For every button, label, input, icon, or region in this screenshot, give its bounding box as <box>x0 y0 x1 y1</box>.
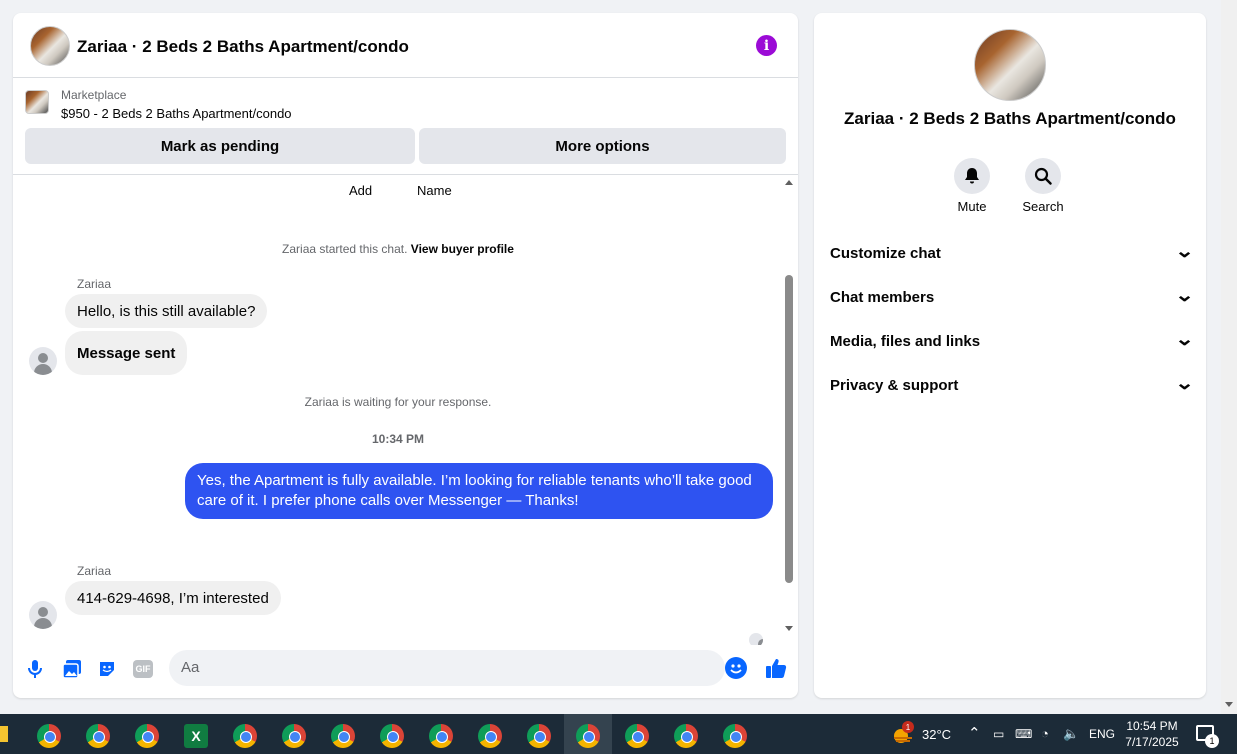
sender-name: Zariaa <box>77 564 112 578</box>
page-scroll-down-arrow[interactable] <box>1225 702 1233 707</box>
chrome-icon[interactable] <box>527 724 551 748</box>
add-action[interactable]: Add <box>349 183 372 198</box>
chat-info-panel: Zariaa · 2 Beds 2 Baths Apartment/condo … <box>814 13 1206 698</box>
search-label[interactable]: Search <box>1013 199 1073 214</box>
header-divider <box>13 77 798 78</box>
chevron-down-icon: ⌄ <box>1174 328 1195 349</box>
timestamp: 10:34 PM <box>371 432 425 446</box>
like-icon[interactable] <box>765 657 787 679</box>
own-message-bubble[interactable]: Yes, the Apartment is fully available. I… <box>185 463 773 519</box>
section-label: Chat members <box>830 289 935 306</box>
scrollbar-thumb[interactable] <box>785 274 793 583</box>
chrome-icon[interactable] <box>135 724 159 748</box>
sender-avatar[interactable] <box>29 347 57 375</box>
scrollbar[interactable] <box>783 178 795 638</box>
clock-time: 10:54 PM <box>1126 719 1178 733</box>
chrome-icon[interactable] <box>233 724 257 748</box>
temperature[interactable]: 32°C <box>922 727 951 742</box>
chrome-icon[interactable] <box>37 724 61 748</box>
view-buyer-profile-link[interactable]: View buyer profile <box>411 242 514 256</box>
excel-icon[interactable]: X <box>184 724 208 748</box>
chrome-icon[interactable] <box>478 724 502 748</box>
listing-text[interactable]: $950 - 2 Beds 2 Baths Apartment/condo <box>61 106 292 121</box>
marketplace-label: Marketplace <box>61 88 127 102</box>
chrome-icon[interactable] <box>380 724 404 748</box>
message-bubble[interactable]: Hello, is this still available? <box>65 294 268 328</box>
wifi-icon[interactable]: ◔ <box>1041 726 1049 741</box>
info-icon[interactable]: i <box>756 35 777 56</box>
name-action[interactable]: Name <box>417 183 452 198</box>
message-bubble[interactable]: 414-629-4698, I’m interested <box>65 581 281 615</box>
message-input-placeholder: Aa <box>181 659 200 676</box>
page-scrollbar[interactable] <box>1221 0 1237 714</box>
gif-icon[interactable]: GIF <box>133 660 153 678</box>
meet-icon[interactable]: ▭ <box>993 727 1004 741</box>
file-explorer-icon[interactable] <box>0 726 8 742</box>
language-indicator[interactable]: ENG <box>1089 727 1115 741</box>
section-privacy-support[interactable]: Privacy & support ⌄ <box>830 372 1195 395</box>
weather-badge: 1 <box>902 721 914 733</box>
section-label: Media, files and links <box>830 333 981 350</box>
mark-pending-button[interactable]: Mark as pending <box>25 128 415 164</box>
photo-icon[interactable] <box>62 659 82 679</box>
search-button[interactable] <box>1025 158 1061 194</box>
volume-icon[interactable]: 🔈 <box>1063 726 1079 742</box>
chat-panel: Zariaa · 2 Beds 2 Baths Apartment/condo … <box>13 13 798 698</box>
chrome-icon[interactable] <box>674 724 698 748</box>
listing-thumbnail[interactable] <box>25 90 49 114</box>
waiting-notice: Zariaa is waiting for your response. <box>304 395 492 409</box>
search-icon <box>1034 167 1052 185</box>
input-method-icon[interactable]: ⌨ <box>1015 727 1032 741</box>
message-bubble[interactable]: Message sent <box>65 331 188 375</box>
message-list: Add Name Zariaa started this chat. View … <box>13 175 783 645</box>
mute-label[interactable]: Mute <box>942 199 1002 214</box>
scroll-down-arrow[interactable] <box>785 626 793 631</box>
mute-button[interactable] <box>954 158 990 194</box>
taskbar: X 1 32°C ⌃ ▭ ⌨ ◔ 🔈 ENG 10:54 PM 7/17/202… <box>0 714 1237 754</box>
chrome-icon[interactable] <box>331 724 355 748</box>
more-options-button[interactable]: More options <box>419 128 786 164</box>
weather-icon[interactable]: 1 <box>892 721 914 744</box>
chevron-down-icon: ⌄ <box>1174 372 1195 393</box>
chrome-icon[interactable] <box>282 724 306 748</box>
chrome-icon[interactable] <box>625 724 649 748</box>
section-label: Customize chat <box>830 245 941 262</box>
notification-badge: 1 <box>1205 734 1219 748</box>
chevron-down-icon: ⌄ <box>1174 240 1195 261</box>
sender-name: Zariaa <box>77 277 112 291</box>
message-input[interactable]: Aa <box>169 650 747 686</box>
chrome-icon[interactable] <box>86 724 110 748</box>
chat-title[interactable]: Zariaa · 2 Beds 2 Baths Apartment/condo <box>77 37 409 57</box>
section-label: Privacy & support <box>830 377 959 394</box>
chat-avatar[interactable] <box>30 26 70 66</box>
section-media-files-links[interactable]: Media, files and links ⌄ <box>830 328 1195 351</box>
seen-indicator-avatar <box>749 633 763 645</box>
chat-info-title: Zariaa · 2 Beds 2 Baths Apartment/condo <box>844 109 1176 128</box>
microphone-icon[interactable] <box>27 659 43 679</box>
bell-icon <box>965 168 979 184</box>
scroll-up-arrow[interactable] <box>785 180 793 185</box>
clock[interactable]: 10:54 PM 7/17/2025 <box>1120 718 1184 750</box>
chat-started-notice: Zariaa started this chat. View buyer pro… <box>13 242 783 256</box>
chevron-up-icon[interactable]: ⌃ <box>968 724 981 742</box>
sender-avatar[interactable] <box>29 601 57 629</box>
started-text: Zariaa started this chat. <box>282 242 408 256</box>
emoji-icon[interactable] <box>725 657 747 679</box>
section-chat-members[interactable]: Chat members ⌄ <box>830 284 1195 307</box>
section-customize-chat[interactable]: Customize chat ⌄ <box>830 240 1195 263</box>
clock-date: 7/17/2025 <box>1125 735 1179 749</box>
sticker-icon[interactable] <box>97 659 117 679</box>
chrome-icon[interactable] <box>576 724 600 748</box>
chat-info-avatar[interactable] <box>974 29 1046 101</box>
chrome-icon[interactable] <box>429 724 453 748</box>
chevron-down-icon: ⌄ <box>1174 284 1195 305</box>
chrome-icon[interactable] <box>723 724 747 748</box>
